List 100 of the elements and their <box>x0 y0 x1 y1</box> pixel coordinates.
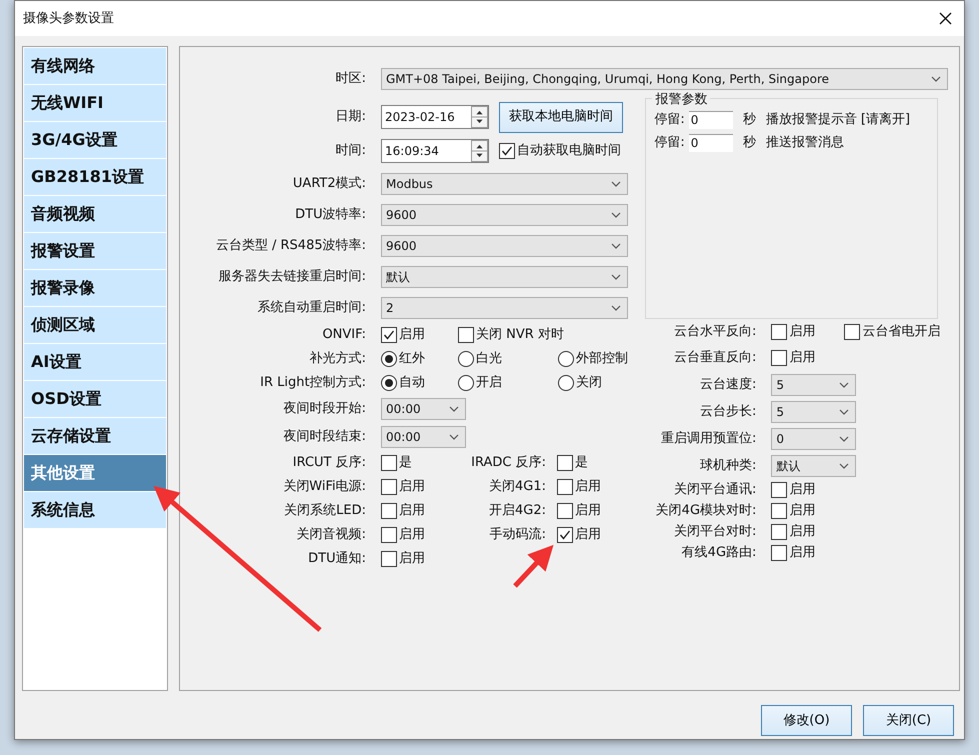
field-label: 夜间时段结束: <box>282 428 366 446</box>
window-title: 摄像头参数设置 <box>23 10 114 28</box>
field-label: 开启4G2: <box>488 502 546 520</box>
sidebar-item[interactable]: 系统信息 <box>24 492 166 529</box>
field-label: IRCUT 反序: <box>292 454 366 472</box>
field-label: 关闭系统LED: <box>283 502 366 520</box>
dropdown[interactable]: 默认 <box>771 454 856 476</box>
radio-button[interactable]: 白光 <box>458 349 558 369</box>
radio-button[interactable]: 红外 <box>381 349 458 369</box>
radio-button[interactable]: 外部控制 <box>558 349 628 369</box>
chevron-icon <box>839 462 850 468</box>
chevron-icon <box>931 76 941 82</box>
field-label: 系统自动重启时间: <box>256 298 366 317</box>
dropdown[interactable]: 2 <box>381 296 628 318</box>
number-field[interactable]: 0 <box>688 134 733 152</box>
checkbox[interactable]: 是 <box>557 453 588 473</box>
field-label: 关闭音视频: <box>296 526 366 544</box>
checkbox[interactable]: 启用 <box>557 525 601 545</box>
chevron-icon <box>449 434 459 440</box>
checkbox[interactable]: 启用 <box>557 501 601 521</box>
chevron-icon <box>449 406 459 412</box>
checkmark-icon <box>501 145 513 157</box>
field-label: 服务器失去链接重启时间: <box>218 268 366 286</box>
radio-button[interactable]: 开启 <box>458 373 558 393</box>
chevron-icon <box>611 274 621 280</box>
number-field[interactable]: 0 <box>688 110 733 128</box>
checkmark-icon <box>383 329 395 341</box>
dropdown[interactable]: 默认 <box>381 266 628 288</box>
checkbox[interactable]: 启用 <box>381 477 466 497</box>
dropdown[interactable]: GMT+08 Taipei, Beijing, Chongqing, Urumqi, Hong Kong, Perth, Singapore <box>381 68 948 90</box>
checkbox[interactable]: 启用 <box>381 549 466 569</box>
dropdown[interactable]: 9600 <box>381 204 628 226</box>
checkbox[interactable]: 启用 <box>771 542 816 562</box>
checkbox[interactable]: 云台省电开启 <box>844 322 940 342</box>
field-label: ONVIF: <box>321 326 366 344</box>
date-field[interactable]: 2023-02-16 <box>381 105 489 129</box>
checkbox[interactable]: 关闭 NVR 对时 <box>458 325 564 345</box>
sidebar-item[interactable]: 报警设置 <box>24 233 166 270</box>
time-field[interactable]: 16:09:34 <box>381 139 489 163</box>
field-label: 云台水平反向: <box>673 323 756 342</box>
annotation-arrow <box>513 544 554 588</box>
dialog-button[interactable]: 关闭(C) <box>863 705 954 736</box>
chevron-icon <box>839 382 850 388</box>
unit-label: 秒 <box>742 134 756 152</box>
checkbox[interactable]: 启用 <box>381 525 466 545</box>
sidebar-item[interactable]: 报警录像 <box>24 270 166 307</box>
get-pc-time-button[interactable]: 获取本地电脑时间 <box>499 102 623 132</box>
dropdown[interactable]: 0 <box>771 428 856 450</box>
checkbox[interactable]: 启用 <box>771 522 816 542</box>
field-label: 日期: <box>334 108 366 126</box>
checkbox[interactable]: 启用 <box>557 477 601 497</box>
checkbox[interactable]: 是 <box>381 453 466 473</box>
field-label: 云台类型 / RS485波特率: <box>214 236 366 255</box>
sidebar-item[interactable]: OSD设置 <box>24 381 166 418</box>
checkbox[interactable]: 启用 <box>771 480 816 500</box>
checkbox[interactable]: 启用 <box>381 501 466 521</box>
sidebar-item[interactable]: AI设置 <box>24 344 166 381</box>
field-label: 重启调用预置位: <box>660 430 756 448</box>
dropdown[interactable]: 9600 <box>381 234 628 256</box>
checkbox[interactable]: 自动获取电脑时间 <box>499 141 621 161</box>
action-label: 播放报警提示音 [请离开] <box>766 110 910 129</box>
field-label: 云台速度: <box>699 376 756 394</box>
field-label: DTU波特率: <box>294 206 366 224</box>
sidebar-item[interactable]: 3G/4G设置 <box>24 122 166 159</box>
spin-button[interactable] <box>471 106 488 128</box>
dropdown[interactable]: 00:00 <box>381 398 466 420</box>
sidebar-item[interactable]: 侦测区域 <box>24 307 166 344</box>
radio-button[interactable]: 关闭 <box>558 373 602 393</box>
field-label: 有线4G路由: <box>680 544 756 562</box>
checkbox[interactable]: 启用 <box>771 322 844 342</box>
checkbox[interactable]: 启用 <box>771 348 816 368</box>
field-label: 夜间时段开始: <box>282 400 366 418</box>
field-label: IR Light控制方式: <box>259 374 366 392</box>
field-label: 关闭平台对时: <box>673 522 756 541</box>
chevron-icon <box>611 304 621 310</box>
checkmark-icon <box>559 529 571 541</box>
dropdown[interactable]: 5 <box>771 374 856 396</box>
field-label: DTU通知: <box>307 550 366 568</box>
close-icon[interactable] <box>939 12 952 25</box>
field-label: IRADC 反序: <box>470 454 546 472</box>
field-label: 关闭平台通讯: <box>673 480 756 499</box>
field-label: 云台步长: <box>699 402 756 421</box>
dropdown[interactable]: Modbus <box>381 172 628 194</box>
chevron-icon <box>611 242 621 248</box>
dropdown[interactable]: 5 <box>771 400 856 422</box>
sidebar-item[interactable]: 其他设置 <box>24 455 166 492</box>
checkbox[interactable]: 启用 <box>381 325 458 345</box>
chevron-icon <box>839 436 850 442</box>
field-label: 时间: <box>334 142 366 160</box>
sidebar-item[interactable]: GB28181设置 <box>24 159 166 196</box>
sidebar-item[interactable]: 音频视频 <box>24 196 166 233</box>
radio-button[interactable]: 自动 <box>381 373 458 393</box>
sidebar-item[interactable]: 云存储设置 <box>24 418 166 455</box>
dialog-button[interactable]: 修改(O) <box>761 705 852 736</box>
dropdown[interactable]: 00:00 <box>381 426 466 448</box>
field-label: 停留: <box>654 134 685 152</box>
sidebar-item[interactable]: 无线WIFI <box>24 85 166 122</box>
checkbox[interactable]: 启用 <box>771 500 816 520</box>
spin-button[interactable] <box>471 140 488 162</box>
sidebar-item[interactable]: 有线网络 <box>24 48 166 85</box>
